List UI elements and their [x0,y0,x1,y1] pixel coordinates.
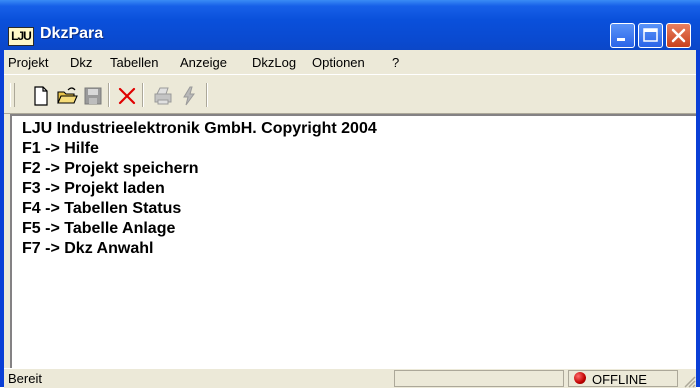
status-panel [394,370,564,387]
menu-dkzlog[interactable]: DkzLog [252,55,296,70]
toolbar-separator [206,83,208,107]
menu-anzeige[interactable]: Anzeige [180,55,227,70]
menu-projekt[interactable]: Projekt [8,55,48,70]
title-bar[interactable]: LJU DkzPara [0,0,700,50]
output-line: F5 -> Tabelle Anlage [22,220,176,237]
new-file-icon[interactable] [30,85,52,107]
resize-grip-icon[interactable] [682,374,696,388]
application-window: LJU DkzPara Projekt Dkz Tabellen Anzeige… [0,0,700,388]
output-line: F1 -> Hilfe [22,140,99,157]
minimize-button[interactable] [610,23,635,48]
window-title: DkzPara [40,25,104,42]
menu-optionen[interactable]: Optionen [312,55,365,70]
delete-x-icon[interactable] [116,85,138,107]
output-line: LJU Industrieelektronik GmbH. Copyright … [22,120,377,137]
close-icon [671,28,686,43]
toolbar [4,74,696,114]
connection-status: OFFLINE [592,372,647,387]
minimize-icon [617,38,625,41]
connect-lightning-icon[interactable] [178,85,200,107]
output-line: F2 -> Projekt speichern [22,160,199,177]
app-icon[interactable]: LJU [8,27,34,46]
maximize-button[interactable] [638,23,663,48]
output-line: F3 -> Projekt laden [22,180,165,197]
menu-tabellen[interactable]: Tabellen [110,55,158,70]
offline-led-icon [574,372,586,384]
close-button[interactable] [666,23,691,48]
status-bar: Bereit OFFLINE [4,368,696,388]
toolbar-separator [142,83,144,107]
menu-dkz[interactable]: Dkz [70,55,92,70]
save-disk-icon[interactable] [82,85,104,107]
status-text: Bereit [8,371,42,386]
toolbar-grip[interactable] [10,83,15,107]
output-area[interactable]: LJU Industrieelektronik GmbH. Copyright … [10,114,696,368]
maximize-icon [643,28,658,42]
menu-help[interactable]: ? [392,55,399,70]
menu-bar: Projekt Dkz Tabellen Anzeige DkzLog Opti… [4,50,696,74]
print-icon[interactable] [152,85,174,107]
toolbar-separator [108,83,110,107]
open-folder-icon[interactable] [56,85,78,107]
output-line: F4 -> Tabellen Status [22,200,182,217]
output-line: F7 -> Dkz Anwahl [22,240,154,257]
